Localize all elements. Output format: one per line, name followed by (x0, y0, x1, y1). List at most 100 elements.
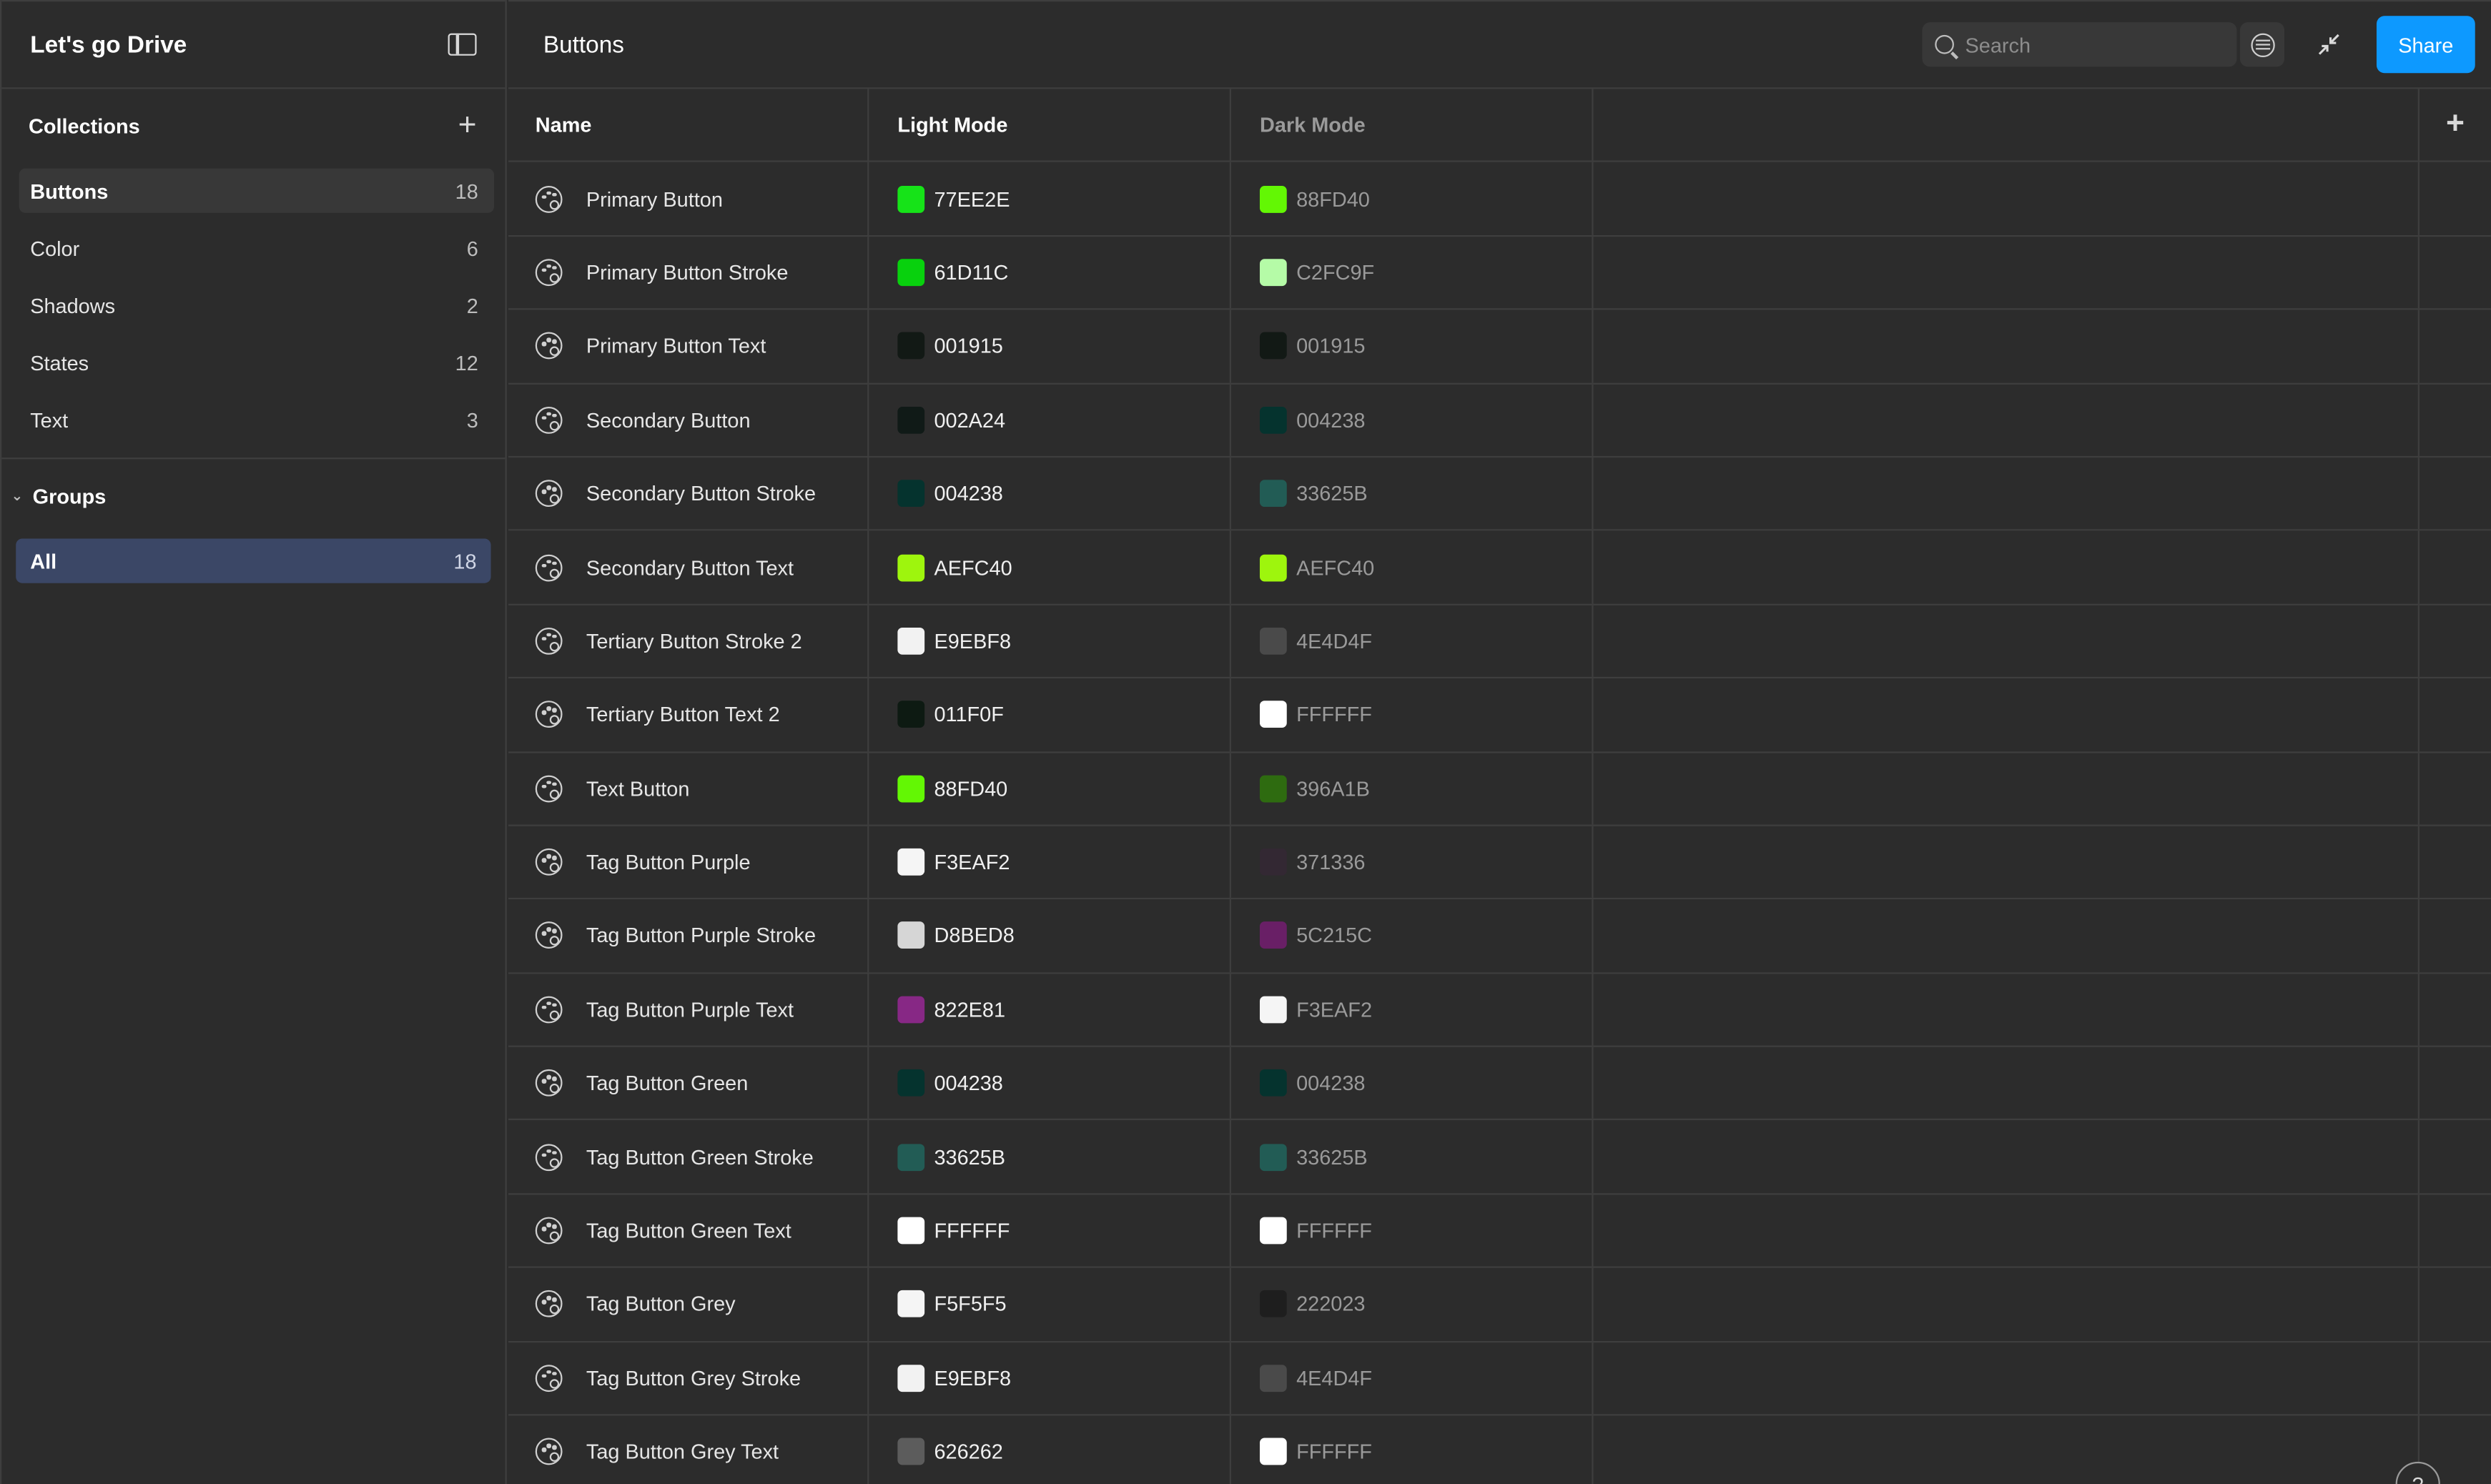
color-swatch[interactable] (897, 1290, 925, 1318)
dark-mode-cell[interactable]: 88FD40 (1231, 162, 1594, 235)
color-swatch[interactable] (1259, 849, 1287, 876)
color-swatch[interactable] (897, 1438, 925, 1465)
collection-item-color[interactable]: Color 6 (19, 226, 494, 270)
collection-item-shadows[interactable]: Shadows 2 (19, 283, 494, 327)
name-cell[interactable]: Secondary Button (508, 383, 869, 456)
dark-mode-cell[interactable]: 001915 (1231, 310, 1594, 382)
dark-mode-cell[interactable]: 371336 (1231, 826, 1594, 899)
dark-mode-cell[interactable]: 004238 (1231, 383, 1594, 456)
color-swatch[interactable] (1259, 553, 1287, 581)
light-mode-cell[interactable]: 004238 (869, 457, 1231, 530)
color-swatch[interactable] (897, 996, 925, 1024)
color-swatch[interactable] (897, 406, 925, 434)
table-row[interactable]: Secondary Button Text AEFC40 AEFC40 (508, 531, 2491, 605)
light-mode-cell[interactable]: F3EAF2 (869, 826, 1231, 899)
name-cell[interactable]: Tag Button Grey (508, 1268, 869, 1341)
dark-mode-cell[interactable]: AEFC40 (1231, 531, 1594, 604)
color-swatch[interactable] (897, 627, 925, 655)
table-row[interactable]: Secondary Button Stroke 004238 33625B (508, 457, 2491, 532)
color-swatch[interactable] (1259, 1438, 1287, 1465)
name-cell[interactable]: Tag Button Purple Stroke (508, 899, 869, 972)
dark-mode-cell[interactable]: 222023 (1231, 1268, 1594, 1341)
dark-mode-cell[interactable]: 4E4D4F (1231, 1342, 1594, 1415)
dark-mode-cell[interactable]: FFFFFF (1231, 1194, 1594, 1267)
name-cell[interactable]: Tertiary Button Stroke 2 (508, 605, 869, 678)
name-cell[interactable]: Tag Button Green Stroke (508, 1121, 869, 1193)
color-swatch[interactable] (897, 185, 925, 212)
name-cell[interactable]: Tag Button Purple Text (508, 973, 869, 1046)
dark-mode-cell[interactable]: FFFFFF (1231, 1415, 1594, 1484)
table-row[interactable]: Tertiary Button Text 2 011F0F FFFFFF (508, 678, 2491, 753)
light-mode-cell[interactable]: 822E81 (869, 973, 1231, 1046)
color-swatch[interactable] (897, 775, 925, 802)
light-mode-cell[interactable]: 004238 (869, 1047, 1231, 1119)
groups-header[interactable]: ⌄ Groups (1, 459, 505, 532)
column-header-name[interactable]: Name (508, 89, 869, 162)
column-header-light-mode[interactable]: Light Mode (869, 89, 1231, 162)
table-row[interactable]: Tag Button Green 004238 004238 (508, 1047, 2491, 1122)
light-mode-cell[interactable]: 61D11C (869, 236, 1231, 309)
chevron-down-icon[interactable]: ⌄ (11, 487, 24, 504)
color-swatch[interactable] (897, 480, 925, 508)
name-cell[interactable]: Secondary Button Stroke (508, 457, 869, 530)
group-item-all[interactable]: All 18 (16, 538, 491, 583)
collapse-button[interactable] (2297, 22, 2361, 66)
color-swatch[interactable] (1259, 1290, 1287, 1318)
table-row[interactable]: Primary Button Text 001915 001915 (508, 310, 2491, 384)
dark-mode-cell[interactable]: 396A1B (1231, 752, 1594, 825)
light-mode-cell[interactable]: D8BED8 (869, 899, 1231, 972)
name-cell[interactable]: Primary Button Stroke (508, 236, 869, 309)
dark-mode-cell[interactable]: 4E4D4F (1231, 605, 1594, 678)
color-swatch[interactable] (1259, 406, 1287, 434)
name-cell[interactable]: Primary Button Text (508, 310, 869, 382)
table-row[interactable]: Secondary Button 002A24 004238 (508, 383, 2491, 458)
light-mode-cell[interactable]: 001915 (869, 310, 1231, 382)
light-mode-cell[interactable]: FFFFFF (869, 1194, 1231, 1267)
name-cell[interactable]: Primary Button (508, 162, 869, 235)
add-collection-icon[interactable]: + (458, 109, 477, 141)
share-button[interactable]: Share (2376, 16, 2475, 74)
name-cell[interactable]: Tertiary Button Text 2 (508, 678, 869, 751)
toggle-sidebar-icon[interactable] (448, 33, 477, 56)
dark-mode-cell[interactable]: 004238 (1231, 1047, 1594, 1119)
color-swatch[interactable] (1259, 332, 1287, 360)
color-swatch[interactable] (897, 1217, 925, 1245)
add-column-button[interactable]: + (2420, 89, 2491, 161)
table-row[interactable]: Tag Button Purple F3EAF2 371336 (508, 826, 2491, 900)
color-swatch[interactable] (1259, 1364, 1287, 1392)
name-cell[interactable]: Text Button (508, 752, 869, 825)
color-swatch[interactable] (1259, 1143, 1287, 1171)
color-swatch[interactable] (1259, 480, 1287, 508)
search-box[interactable] (1922, 22, 2237, 67)
light-mode-cell[interactable]: 002A24 (869, 383, 1231, 456)
color-swatch[interactable] (897, 701, 925, 728)
color-swatch[interactable] (1259, 701, 1287, 728)
table-row[interactable]: Tag Button Grey F5F5F5 222023 (508, 1268, 2491, 1342)
dark-mode-cell[interactable]: FFFFFF (1231, 678, 1594, 751)
color-swatch[interactable] (897, 1143, 925, 1171)
color-swatch[interactable] (897, 1069, 925, 1097)
dark-mode-cell[interactable]: 5C215C (1231, 899, 1594, 972)
table-row[interactable]: Tag Button Green Text FFFFFF FFFFFF (508, 1194, 2491, 1269)
name-cell[interactable]: Tag Button Purple (508, 826, 869, 899)
color-swatch[interactable] (897, 849, 925, 876)
light-mode-cell[interactable]: 88FD40 (869, 752, 1231, 825)
search-input[interactable] (1965, 32, 2219, 56)
color-swatch[interactable] (897, 332, 925, 360)
light-mode-cell[interactable]: 011F0F (869, 678, 1231, 751)
table-row[interactable]: Primary Button Stroke 61D11C C2FC9F (508, 236, 2491, 310)
table-row[interactable]: Primary Button 77EE2E 88FD40 (508, 162, 2491, 237)
color-swatch[interactable] (1259, 627, 1287, 655)
name-cell[interactable]: Tag Button Green (508, 1047, 869, 1119)
light-mode-cell[interactable]: AEFC40 (869, 531, 1231, 604)
table-row[interactable]: Tag Button Purple Text 822E81 F3EAF2 (508, 973, 2491, 1047)
table-row[interactable]: Tag Button Grey Stroke E9EBF8 4E4D4F (508, 1342, 2491, 1416)
color-swatch[interactable] (897, 553, 925, 581)
color-swatch[interactable] (1259, 922, 1287, 950)
light-mode-cell[interactable]: E9EBF8 (869, 605, 1231, 678)
name-cell[interactable]: Tag Button Grey Stroke (508, 1342, 869, 1415)
table-row[interactable]: Tag Button Green Stroke 33625B 33625B (508, 1121, 2491, 1195)
light-mode-cell[interactable]: E9EBF8 (869, 1342, 1231, 1415)
name-cell[interactable]: Tag Button Green Text (508, 1194, 869, 1267)
light-mode-cell[interactable]: 77EE2E (869, 162, 1231, 235)
